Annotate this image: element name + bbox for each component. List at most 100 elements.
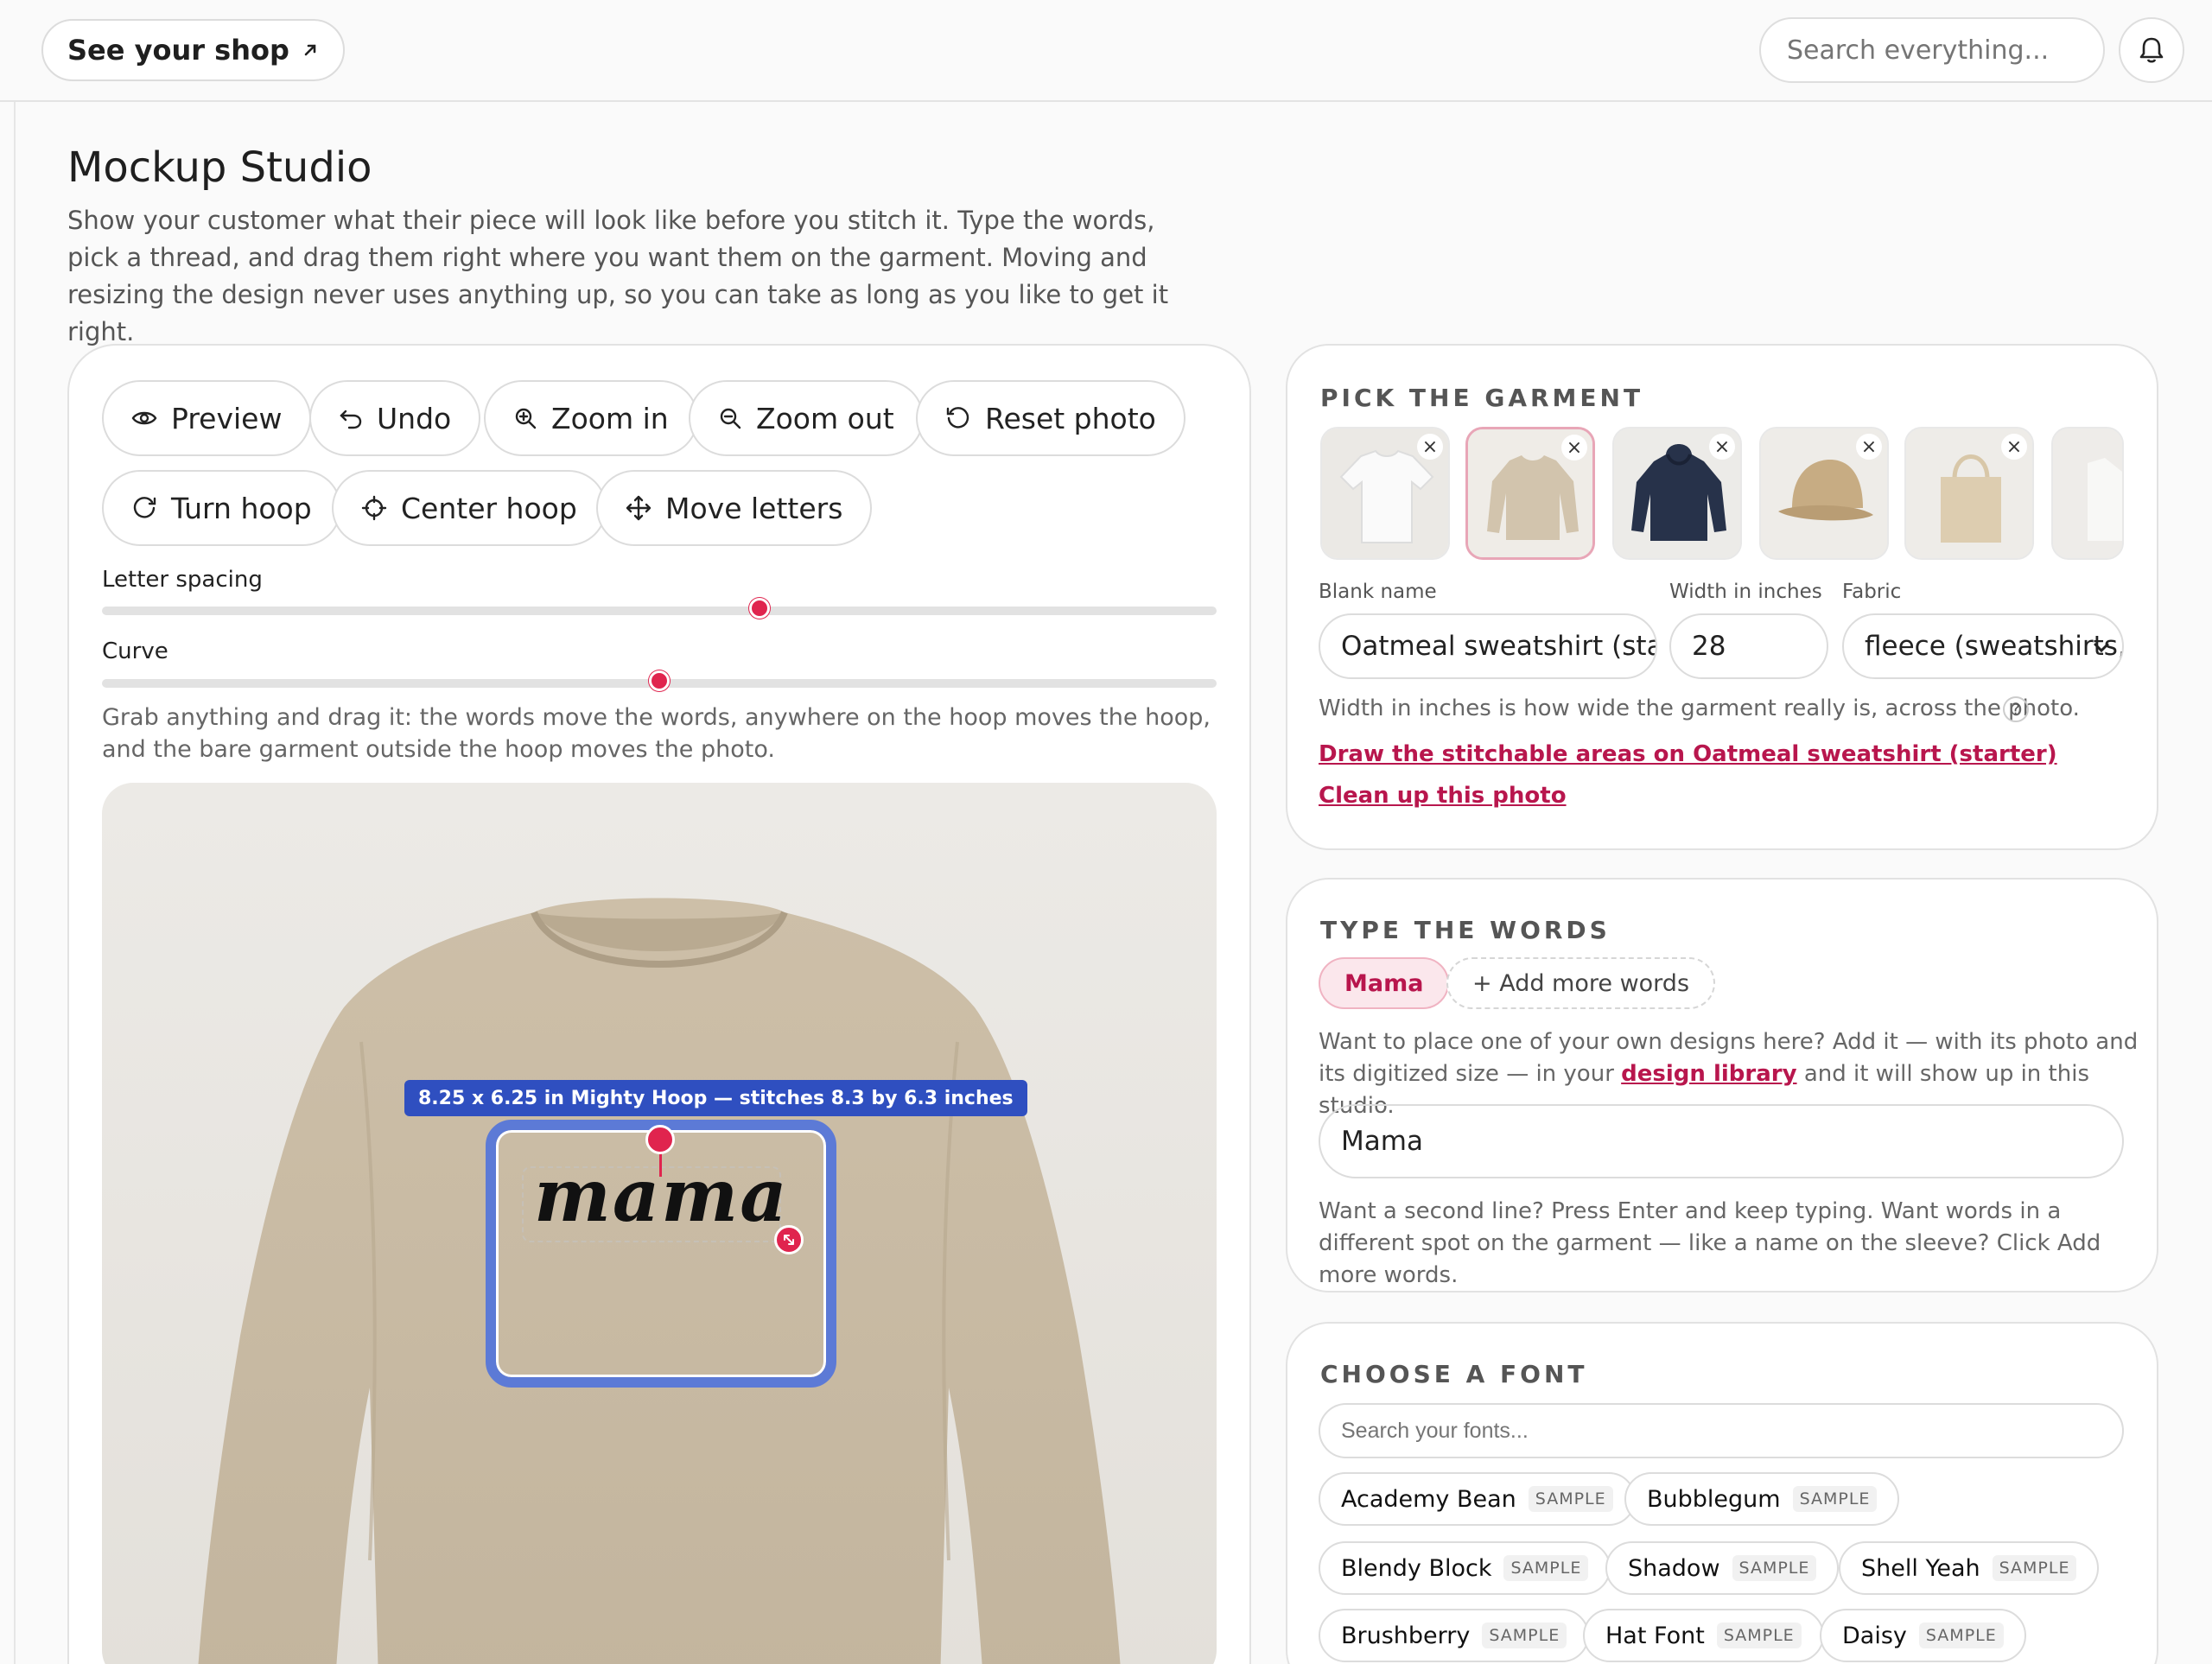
garment-cap[interactable]: × <box>1759 427 1889 560</box>
see-your-shop-label: See your shop <box>67 34 289 67</box>
rotate-icon <box>133 497 156 518</box>
font-name: Hat Font <box>1605 1622 1705 1649</box>
garment-onesie[interactable] <box>2051 427 2124 560</box>
sample-badge: SAMPLE <box>1528 1486 1613 1512</box>
move-icon <box>626 495 652 521</box>
remove-tote-icon[interactable]: × <box>2001 434 2027 460</box>
font-hat-font[interactable]: Hat Font SAMPLE <box>1583 1609 1824 1662</box>
hoop-size-label: 8.25 x 6.25 in Mighty Hoop — stitches 8.… <box>404 1080 1027 1116</box>
font-name: Daisy <box>1842 1622 1907 1649</box>
sample-badge: SAMPLE <box>1716 1623 1802 1648</box>
font-name: Academy Bean <box>1341 1485 1516 1513</box>
font-name: Shadow <box>1628 1554 1720 1582</box>
help-glyph: ? <box>2011 700 2021 719</box>
garment-sweatshirt[interactable]: × <box>1465 427 1595 560</box>
crosshair-icon <box>361 495 387 521</box>
font-academy-bean[interactable]: Academy Bean SAMPLE <box>1319 1472 1636 1526</box>
font-brushberry[interactable]: Brushberry SAMPLE <box>1319 1609 1590 1662</box>
zoom-out-label: Zoom out <box>756 401 894 435</box>
font-name: Blendy Block <box>1341 1554 1492 1582</box>
preview-label: Preview <box>171 401 283 435</box>
reset-icon <box>946 407 969 429</box>
blank-name-label: Blank name <box>1319 581 1437 603</box>
resize-handle[interactable] <box>774 1225 804 1254</box>
zoom-in-label: Zoom in <box>551 401 669 435</box>
external-arrow-icon <box>304 44 316 56</box>
top-bar: See your shop <box>0 0 2212 102</box>
move-letters-button[interactable]: Move letters <box>596 470 873 546</box>
move-letters-label: Move letters <box>665 491 843 525</box>
font-bubblegum[interactable]: Bubblegum SAMPLE <box>1624 1472 1900 1526</box>
bell-icon <box>2139 37 2164 63</box>
fabric-label: Fabric <box>1842 581 1902 603</box>
font-blendy-block[interactable]: Blendy Block SAMPLE <box>1319 1541 1611 1595</box>
font-shadow[interactable]: Shadow SAMPLE <box>1605 1541 1840 1595</box>
remove-hoodie-icon[interactable]: × <box>1709 434 1735 460</box>
remove-tshirt-icon[interactable]: × <box>1417 434 1443 460</box>
words-input-value: Mama <box>1341 1126 1423 1157</box>
turn-hoop-label: Turn hoop <box>171 491 312 525</box>
zoom-in-button[interactable]: Zoom in <box>484 380 698 456</box>
sample-badge: SAMPLE <box>1503 1555 1589 1581</box>
words-chip-mama[interactable]: Mama <box>1319 957 1450 1009</box>
undo-button[interactable]: Undo <box>309 380 481 456</box>
blank-name-value: Oatmeal sweatshirt (starter) <box>1341 631 1656 662</box>
sample-badge: SAMPLE <box>1482 1623 1567 1648</box>
garment-card-title: PICK THE GARMENT <box>1320 384 1644 412</box>
font-card-title: CHOOSE A FONT <box>1320 1360 1588 1388</box>
center-hoop-button[interactable]: Center hoop <box>332 470 607 546</box>
blank-name-input[interactable]: Oatmeal sweatshirt (starter) <box>1319 613 1657 679</box>
curve-slider[interactable] <box>102 670 1217 691</box>
font-name: Brushberry <box>1341 1622 1471 1649</box>
notifications-button[interactable] <box>2119 17 2184 83</box>
design-library-link[interactable]: design library <box>1621 1061 1796 1087</box>
add-more-words-button[interactable]: + Add more words <box>1446 957 1716 1009</box>
global-search-input[interactable] <box>1759 17 2105 83</box>
fabric-value: fleece (sweatshirts, hoodies) <box>1865 631 2124 662</box>
font-name: Bubblegum <box>1647 1485 1781 1513</box>
undo-icon <box>340 410 362 429</box>
letter-spacing-thumb[interactable] <box>749 598 771 619</box>
sample-badge: SAMPLE <box>1992 1555 2077 1581</box>
width-value: 28 <box>1692 631 1726 662</box>
zoom-out-icon <box>720 408 741 429</box>
remove-cap-icon[interactable]: × <box>1856 434 1882 460</box>
width-label: Width in inches <box>1669 581 1822 603</box>
rotate-handle-stem <box>659 1153 662 1177</box>
page-title: Mockup Studio <box>67 143 372 192</box>
draw-stitchable-areas-link[interactable]: Draw the stitchable areas on Oatmeal swe… <box>1319 741 2057 767</box>
width-input[interactable]: 28 <box>1669 613 1828 679</box>
font-daisy[interactable]: Daisy SAMPLE <box>1820 1609 2026 1662</box>
garment-tshirt[interactable]: × <box>1320 427 1450 560</box>
undo-label: Undo <box>377 401 452 435</box>
page-subtitle: Show your customer what their piece will… <box>67 206 1169 346</box>
eye-icon <box>131 411 157 425</box>
reset-photo-button[interactable]: Reset photo <box>916 380 1185 456</box>
curve-label: Curve <box>102 638 168 664</box>
remove-sweatshirt-icon[interactable]: × <box>1561 435 1587 460</box>
words-text-input[interactable]: Mama <box>1319 1104 2124 1178</box>
font-search-input[interactable] <box>1319 1403 2124 1458</box>
sample-badge: SAMPLE <box>1918 1623 2004 1648</box>
font-name: Shell Yeah <box>1861 1554 1980 1582</box>
clean-up-photo-link[interactable]: Clean up this photo <box>1319 783 1567 809</box>
letter-spacing-slider[interactable] <box>102 598 1217 619</box>
see-your-shop-button[interactable]: See your shop <box>41 19 345 81</box>
width-note: Width in inches is how wide the garment … <box>1319 695 2080 721</box>
drag-hint: Grab anything and drag it: the words mov… <box>102 704 1211 763</box>
turn-hoop-button[interactable]: Turn hoop <box>102 470 341 546</box>
rotate-handle[interactable] <box>645 1125 675 1154</box>
garment-hoodie[interactable]: × <box>1612 427 1742 560</box>
fabric-select[interactable]: fleece (sweatshirts, hoodies) <box>1842 613 2124 679</box>
font-shell-yeah[interactable]: Shell Yeah SAMPLE <box>1839 1541 2100 1595</box>
width-help-icon[interactable]: ? <box>2003 696 2029 722</box>
zoom-in-icon <box>515 408 537 429</box>
garment-tote[interactable]: × <box>1904 427 2034 560</box>
center-hoop-label: Center hoop <box>401 491 577 525</box>
reset-photo-label: Reset photo <box>985 401 1156 435</box>
zoom-out-button[interactable]: Zoom out <box>689 380 924 456</box>
preview-button[interactable]: Preview <box>102 380 312 456</box>
chevron-down-icon <box>2094 643 2109 653</box>
curve-thumb[interactable] <box>649 670 670 691</box>
onesie-thumbnail <box>2053 429 2122 558</box>
